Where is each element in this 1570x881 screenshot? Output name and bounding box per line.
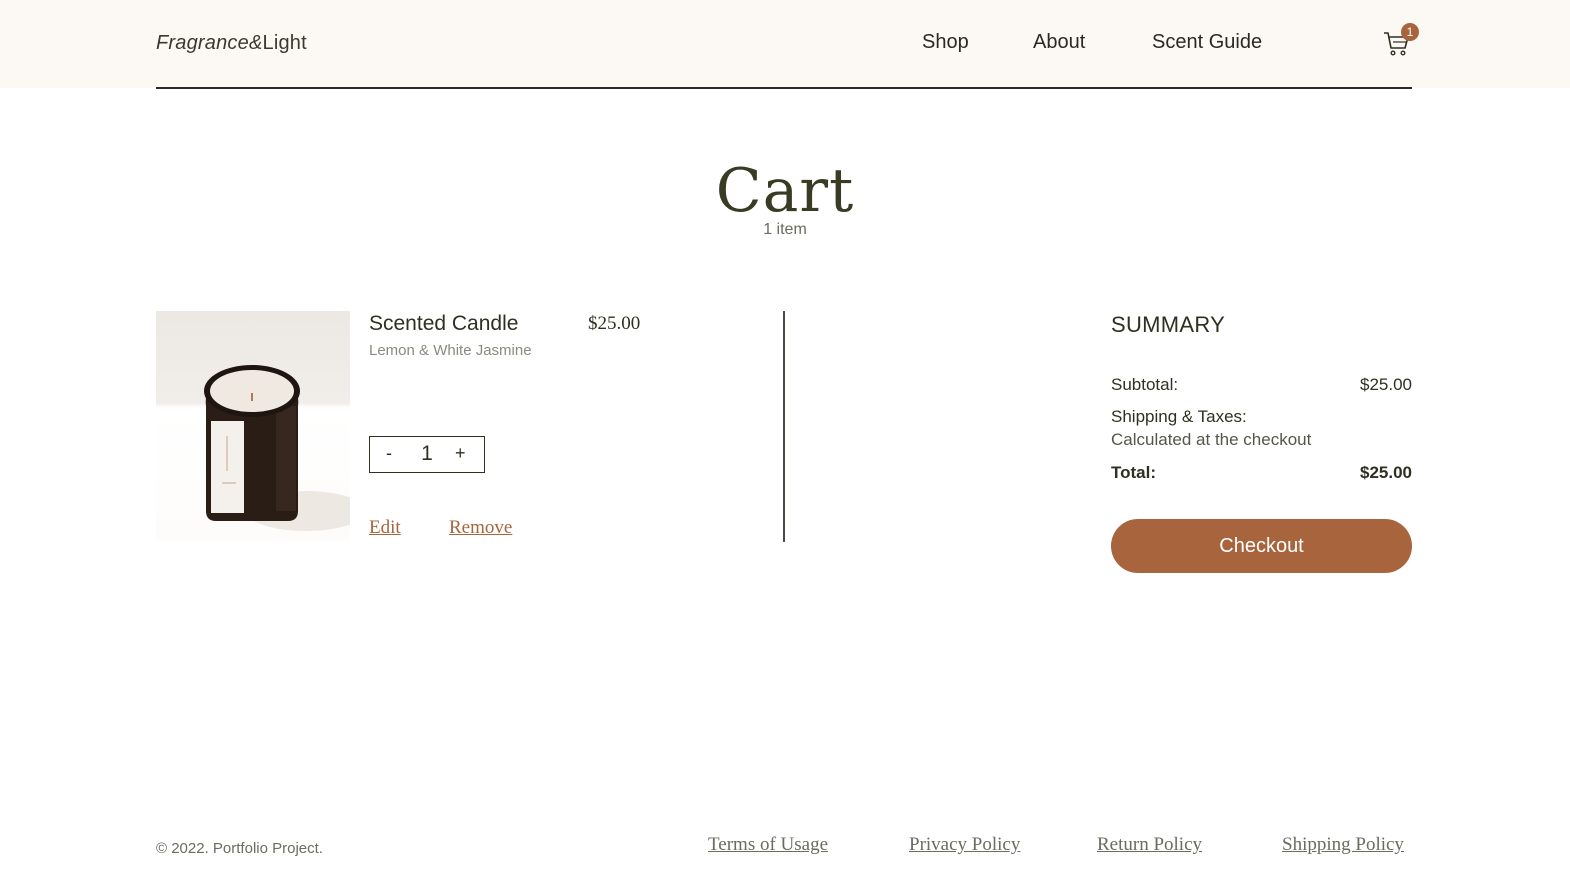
edit-item-link[interactable]: Edit [369, 517, 401, 539]
nav-about[interactable]: About [1033, 31, 1085, 54]
total-value: $25.00 [1360, 463, 1412, 482]
remove-item-link[interactable]: Remove [449, 517, 512, 539]
nav-scent-guide[interactable]: Scent Guide [1152, 31, 1262, 54]
nav-shop[interactable]: Shop [922, 31, 969, 54]
product-variant: Lemon & White Jasmine [369, 342, 532, 359]
total-label: Total: [1111, 463, 1157, 482]
page-title: Cart [715, 156, 855, 226]
quantity-value[interactable]: 1 [370, 442, 484, 466]
summary-subtotal: Subtotal: $25.00 [1111, 375, 1412, 395]
logo-text-part2: Light [262, 32, 307, 54]
checkout-button[interactable]: Checkout [1111, 519, 1412, 573]
header-divider [156, 87, 1412, 89]
shipping-label: Shipping & Taxes: [1111, 407, 1247, 426]
logo-text-part1: Fragrance& [156, 32, 263, 54]
product-name[interactable]: Scented Candle [369, 312, 518, 336]
subtotal-label: Subtotal: [1111, 375, 1179, 394]
summary-shipping: Shipping & Taxes: [1111, 407, 1412, 427]
cart-count-badge: 1 [1401, 23, 1419, 41]
subtotal-value: $25.00 [1360, 375, 1412, 394]
quantity-stepper[interactable]: - 1 + [369, 436, 485, 473]
footer-link-privacy[interactable]: Privacy Policy [909, 834, 1020, 856]
footer-link-shipping[interactable]: Shipping Policy [1282, 834, 1404, 856]
shipping-note: Calculated at the checkout [1111, 430, 1312, 449]
summary-total: Total: $25.00 [1111, 463, 1412, 483]
product-image[interactable] [156, 311, 350, 541]
item-count: 1 item [763, 221, 807, 238]
vertical-divider [783, 311, 785, 542]
footer-link-return[interactable]: Return Policy [1097, 834, 1202, 856]
copyright: © 2022. Portfolio Project. [156, 840, 323, 857]
candle-jar-illustration [204, 365, 350, 531]
cart-button[interactable]: 1 [1382, 23, 1419, 60]
product-price: $25.00 [588, 313, 641, 334]
footer-link-terms[interactable]: Terms of Usage [708, 834, 828, 856]
summary-title: SUMMARY [1111, 312, 1226, 337]
quantity-increase-button[interactable]: + [455, 443, 466, 464]
site-logo[interactable]: Fragrance&Light [156, 32, 307, 55]
